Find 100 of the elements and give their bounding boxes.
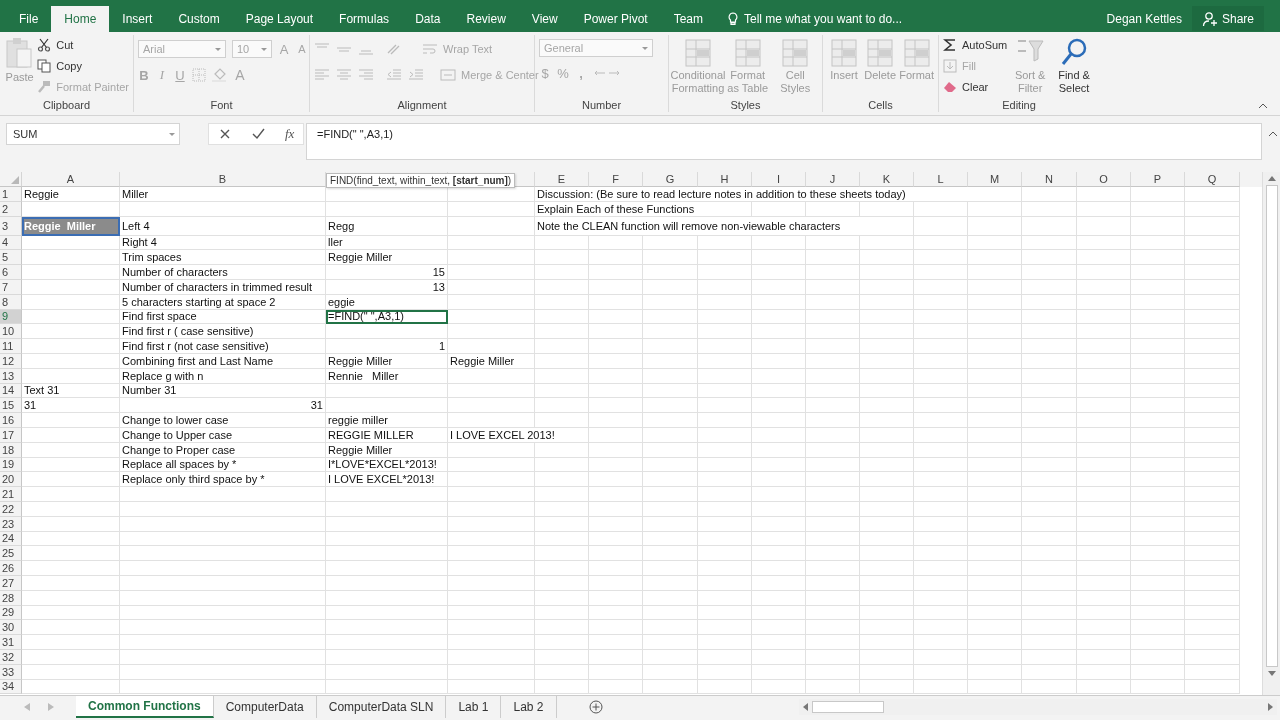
expand-icon[interactable]	[1268, 131, 1278, 137]
table-cell: Number of characters	[120, 265, 326, 280]
column-header[interactable]: N	[1022, 172, 1077, 187]
scroll-left-icon[interactable]	[802, 703, 808, 711]
align-right-icon[interactable]	[358, 69, 374, 81]
row-header[interactable]: 25	[0, 546, 22, 562]
table-cell: Reggie Miller	[326, 250, 448, 266]
check-icon[interactable]	[251, 128, 265, 140]
name-box[interactable]: SUM	[6, 123, 180, 145]
table-cell: 13	[326, 280, 448, 295]
ribbon-tab[interactable]: Power Pivot	[570, 6, 661, 32]
column-header[interactable]: I	[752, 172, 806, 187]
table-cell: 5 characters starting at space 2	[120, 294, 326, 310]
ribbon-tab[interactable]: Formulas	[326, 6, 403, 32]
increase-indent-icon[interactable]	[408, 69, 424, 81]
table-cell: 31	[120, 398, 326, 414]
table-cell: Rennie Miller	[326, 368, 448, 384]
ribbon-tab[interactable]: Insert	[109, 6, 166, 32]
eraser-icon	[943, 79, 957, 94]
add-sheet-icon[interactable]	[588, 700, 603, 714]
row-header[interactable]: 16	[0, 413, 22, 428]
column-header[interactable]: M	[968, 172, 1022, 187]
row-header[interactable]: 26	[0, 561, 22, 576]
table-cell: 15	[326, 265, 448, 280]
group-label: Font	[209, 98, 234, 112]
sigma-icon	[943, 37, 957, 52]
tell-me-search[interactable]: Tell me what you want to do...	[728, 6, 903, 32]
column-header[interactable]: F	[589, 172, 643, 187]
cut-button[interactable]: Cut	[37, 35, 129, 54]
table-cell: Find first space	[120, 309, 326, 325]
row-header[interactable]: 11	[0, 339, 22, 354]
column-header[interactable]: P	[1131, 172, 1185, 187]
scrollbar-thumb[interactable]	[1265, 185, 1278, 667]
share-button[interactable]: Share	[1191, 6, 1264, 31]
row-header[interactable]: 21	[0, 487, 22, 502]
table-icon	[683, 37, 713, 69]
table-cell: REGGIE MILLER	[326, 427, 448, 443]
row-header[interactable]: 30	[0, 620, 22, 636]
ribbon-tab[interactable]: Custom	[165, 6, 233, 32]
column-header[interactable]: K	[860, 172, 914, 187]
align-left-icon[interactable]	[314, 69, 330, 81]
ribbon-tab[interactable]: Data	[402, 6, 454, 32]
borders-icon[interactable]	[192, 68, 206, 82]
row-header[interactable]: 15	[0, 398, 22, 414]
ribbon-tab[interactable]: View	[518, 6, 571, 32]
sheet-tab[interactable]: ComputerData	[213, 696, 317, 718]
ribbon-tab[interactable]: Home	[51, 6, 110, 32]
row-header[interactable]: 1	[0, 187, 22, 202]
sheet-tab[interactable]: Common Functions	[76, 696, 214, 718]
column-header[interactable]: Q	[1185, 172, 1240, 187]
cancel-icon[interactable]	[219, 128, 231, 140]
formula-input[interactable]: =FIND(" ",A3,1)	[306, 123, 1262, 160]
table-cell: Explain Each of these Functions	[535, 201, 752, 217]
column-header[interactable]: A	[22, 172, 120, 187]
fill-bucket-icon[interactable]	[212, 68, 228, 82]
column-header[interactable]: E	[535, 172, 589, 187]
column-header[interactable]: O	[1077, 172, 1131, 187]
column-header[interactable]: B	[120, 172, 326, 187]
ribbon-tab[interactable]: File	[6, 6, 52, 32]
column-header[interactable]: H	[698, 172, 752, 187]
table-cell: Reggie	[22, 187, 120, 202]
row-header[interactable]: 20	[0, 472, 22, 488]
row-header[interactable]: 31	[0, 635, 22, 650]
table-cell: Right 4	[120, 235, 326, 251]
align-center-icon[interactable]	[336, 69, 352, 81]
column-header[interactable]: L	[914, 172, 968, 187]
ribbon-tab[interactable]: Page Layout	[232, 6, 327, 32]
table-cell: Reggie Miller	[326, 353, 448, 369]
ribbon-tab[interactable]: Review	[453, 6, 519, 32]
scrollbar-thumb[interactable]	[811, 701, 884, 713]
copy-button[interactable]: Copy	[37, 56, 129, 75]
select-all-icon[interactable]	[11, 176, 19, 184]
editing-button[interactable]: Clear	[943, 77, 1008, 96]
column-header[interactable]: J	[806, 172, 860, 187]
table-cell: Note the CLEAN function will remove non-viewable characters	[535, 216, 914, 236]
row-header[interactable]: 5	[0, 250, 22, 266]
sheet-tab[interactable]: ComputerData SLN	[316, 696, 447, 718]
table-cell: reggie miller	[326, 413, 448, 428]
insert-function-button[interactable]: fx	[285, 126, 295, 142]
editing-large-button[interactable]: Find & Select	[1053, 35, 1095, 98]
next-sheet-icon[interactable]	[48, 703, 54, 711]
table-cell: Replace g with n	[120, 368, 326, 384]
group-label: Clipboard	[41, 98, 92, 112]
column-header[interactable]: G	[643, 172, 698, 187]
scroll-down-icon[interactable]	[1267, 671, 1276, 676]
sheet-tab[interactable]: Lab 2	[501, 696, 557, 718]
previous-sheet-icon[interactable]	[24, 703, 30, 711]
lightbulb-icon	[728, 12, 738, 26]
decrease-indent-icon[interactable]	[386, 69, 402, 81]
row-header[interactable]: 10	[0, 324, 22, 340]
brush-icon	[37, 79, 52, 94]
row-header[interactable]: 6	[0, 265, 22, 280]
sheet-tab[interactable]: Lab 1	[446, 696, 502, 718]
collapse-ribbon-icon[interactable]	[1258, 103, 1268, 109]
scroll-up-icon[interactable]	[1267, 176, 1276, 181]
table-icon	[780, 37, 811, 69]
ribbon-tab[interactable]: Team	[660, 6, 716, 32]
function-tooltip: FIND(find_text, within_text, [start_num])	[326, 173, 516, 188]
scroll-right-icon[interactable]	[1267, 703, 1273, 711]
editing-button[interactable]: AutoSum	[943, 35, 1008, 54]
